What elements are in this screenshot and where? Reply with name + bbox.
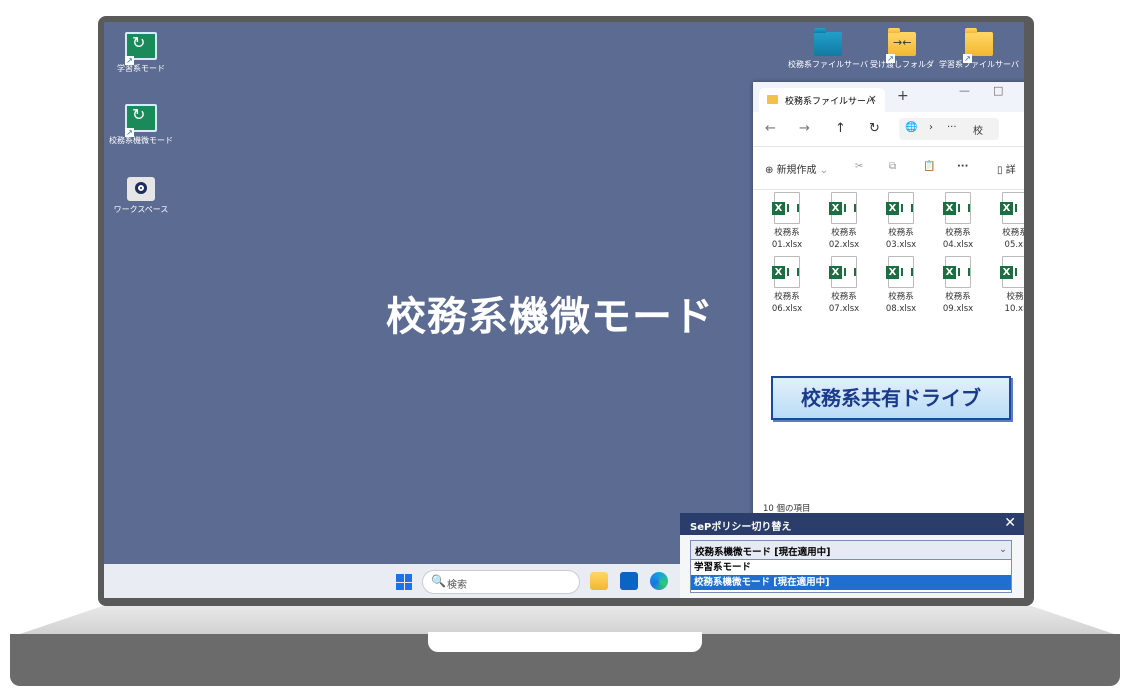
file-explorer-taskbar-icon[interactable] xyxy=(590,572,608,590)
file-item[interactable]: X 校務系 06.xlsx xyxy=(759,256,815,315)
windows-start-icon[interactable] xyxy=(396,574,412,590)
file-item[interactable]: X 校務系 04.xlsx xyxy=(930,192,986,251)
chevron-down-icon: ⌄ xyxy=(999,544,1007,555)
paste-icon[interactable]: 📋 xyxy=(923,161,935,172)
disk-icon xyxy=(127,177,155,201)
mode-switch-icon: ↗ xyxy=(125,104,157,137)
policy-option-learning[interactable]: 学習系モード xyxy=(691,560,1011,575)
excel-file-icon: X xyxy=(772,192,800,224)
forward-arrow-icon[interactable]: → xyxy=(799,121,810,136)
excel-file-icon: X xyxy=(1000,256,1024,288)
explorer-tabbar: 校務系ファイルサーバ × + — □ xyxy=(753,82,1024,112)
up-arrow-icon[interactable]: ↑ xyxy=(835,121,846,136)
transfer-folder-icon: →← ↗ xyxy=(886,28,916,63)
file-item[interactable]: X 校務 10.xl xyxy=(987,256,1024,315)
explorer-tab[interactable]: 校務系ファイルサーバ × xyxy=(759,88,885,112)
sep-policy-panel: SePポリシー切り替え ✕ 校務系機微モード [現在適用中] ⌄ 学習系モード … xyxy=(680,513,1024,598)
desktop-icon-admin-file-server[interactable]: 校務系ファイルサーバ xyxy=(788,28,868,70)
excel-file-icon: X xyxy=(943,256,971,288)
maximize-button[interactable]: □ xyxy=(993,84,1003,97)
outlook-icon[interactable] xyxy=(620,572,638,590)
folder-icon xyxy=(767,95,778,104)
file-item[interactable]: X 校務系 01.xlsx xyxy=(759,192,815,251)
breadcrumb-separator: › xyxy=(929,122,933,133)
shortcut-arrow-icon: ↗ xyxy=(886,54,895,63)
taskbar-search-input[interactable]: 🔍 検索 xyxy=(422,570,580,594)
globe-icon: 🌐 xyxy=(905,122,918,133)
policy-option-admin-sensitive[interactable]: 校務系機微モード [現在適用中] xyxy=(691,575,1011,590)
desktop-icon-learning-mode[interactable]: ↗ 学習系モード xyxy=(104,32,181,74)
breadcrumb-path[interactable]: 校 xyxy=(973,122,983,137)
desktop-screen: ↗ 学習系モード ↗ 校務系機微モード ワークスペース 校務系ファイルサーバ →… xyxy=(104,22,1024,598)
sep-policy-title: SePポリシー切り替え xyxy=(690,522,792,533)
tab-title: 校務系ファイルサーバ xyxy=(785,97,875,107)
folder-icon xyxy=(814,28,842,56)
excel-file-icon: X xyxy=(943,192,971,224)
desktop-icon-workspace[interactable]: ワークスペース xyxy=(104,177,181,215)
edge-browser-icon[interactable] xyxy=(650,572,668,590)
explorer-command-bar: ⊕ 新規作成 ⌄ ✂ ⧉ 📋 ··· ▯ 詳 xyxy=(753,147,1024,190)
close-icon[interactable]: ✕ xyxy=(1004,515,1016,531)
tab-close-icon[interactable]: × xyxy=(868,92,877,105)
policy-select[interactable]: 校務系機微モード [現在適用中] ⌄ xyxy=(690,540,1012,560)
chevron-down-icon: ⌄ xyxy=(819,165,829,176)
minimize-button[interactable]: — xyxy=(959,84,970,97)
file-item[interactable]: X 校務系 08.xlsx xyxy=(873,256,929,315)
desktop-icon-transfer-folder[interactable]: →← ↗ 受け渡しフォルダ xyxy=(862,28,942,70)
new-tab-button[interactable]: + xyxy=(897,88,909,104)
explorer-navbar: ← → ↑ ↻ 🌐 › ··· 校 xyxy=(753,112,1024,147)
desktop-icon-admin-sensitive-mode[interactable]: ↗ 校務系機微モード xyxy=(104,104,181,146)
details-pane-button[interactable]: ▯ 詳 xyxy=(997,161,1016,176)
mode-switch-icon: ↗ xyxy=(125,32,157,65)
file-item[interactable]: X 校務系 02.xlsx xyxy=(816,192,872,251)
shared-drive-banner: 校務系共有ドライブ xyxy=(771,376,1011,420)
file-item[interactable]: X 校務系 09.xlsx xyxy=(930,256,986,315)
search-icon: 🔍 xyxy=(431,574,446,588)
address-bar[interactable]: 🌐 › ··· 校 xyxy=(899,118,999,140)
new-item-button[interactable]: ⊕ 新規作成 ⌄ xyxy=(765,161,828,176)
file-item[interactable]: X 校務系 07.xlsx xyxy=(816,256,872,315)
file-explorer-window: 校務系ファイルサーバ × + — □ ← → ↑ ↻ 🌐 › ··· 校 ⊕ 新… xyxy=(753,82,1024,522)
desktop-icon-learning-file-server[interactable]: ↗ 学習系ファイルサーバ xyxy=(939,28,1019,70)
excel-file-icon: X xyxy=(829,256,857,288)
shortcut-arrow-icon: ↗ xyxy=(963,54,972,63)
shortcut-arrow-icon: ↗ xyxy=(125,128,134,137)
shortcut-arrow-icon: ↗ xyxy=(125,56,134,65)
excel-file-icon: X xyxy=(886,256,914,288)
excel-file-icon: X xyxy=(886,192,914,224)
file-item[interactable]: X 校務系 05.xl xyxy=(987,192,1024,251)
copy-icon[interactable]: ⧉ xyxy=(889,161,896,172)
excel-file-icon: X xyxy=(1000,192,1024,224)
laptop-notch xyxy=(428,632,702,652)
breadcrumb-overflow[interactable]: ··· xyxy=(947,122,957,133)
back-arrow-icon[interactable]: ← xyxy=(765,121,776,136)
excel-file-icon: X xyxy=(829,192,857,224)
more-options-icon[interactable]: ··· xyxy=(957,161,968,172)
policy-dropdown-list: 学習系モード 校務系機微モード [現在適用中] xyxy=(690,559,1012,593)
sep-policy-header: SePポリシー切り替え ✕ xyxy=(680,513,1024,535)
excel-file-icon: X xyxy=(772,256,800,288)
file-item[interactable]: X 校務系 03.xlsx xyxy=(873,192,929,251)
refresh-icon[interactable]: ↻ xyxy=(869,121,880,136)
folder-icon: ↗ xyxy=(963,28,993,63)
current-mode-title: 校務系機微モード xyxy=(386,294,714,340)
cut-icon[interactable]: ✂ xyxy=(855,161,863,172)
